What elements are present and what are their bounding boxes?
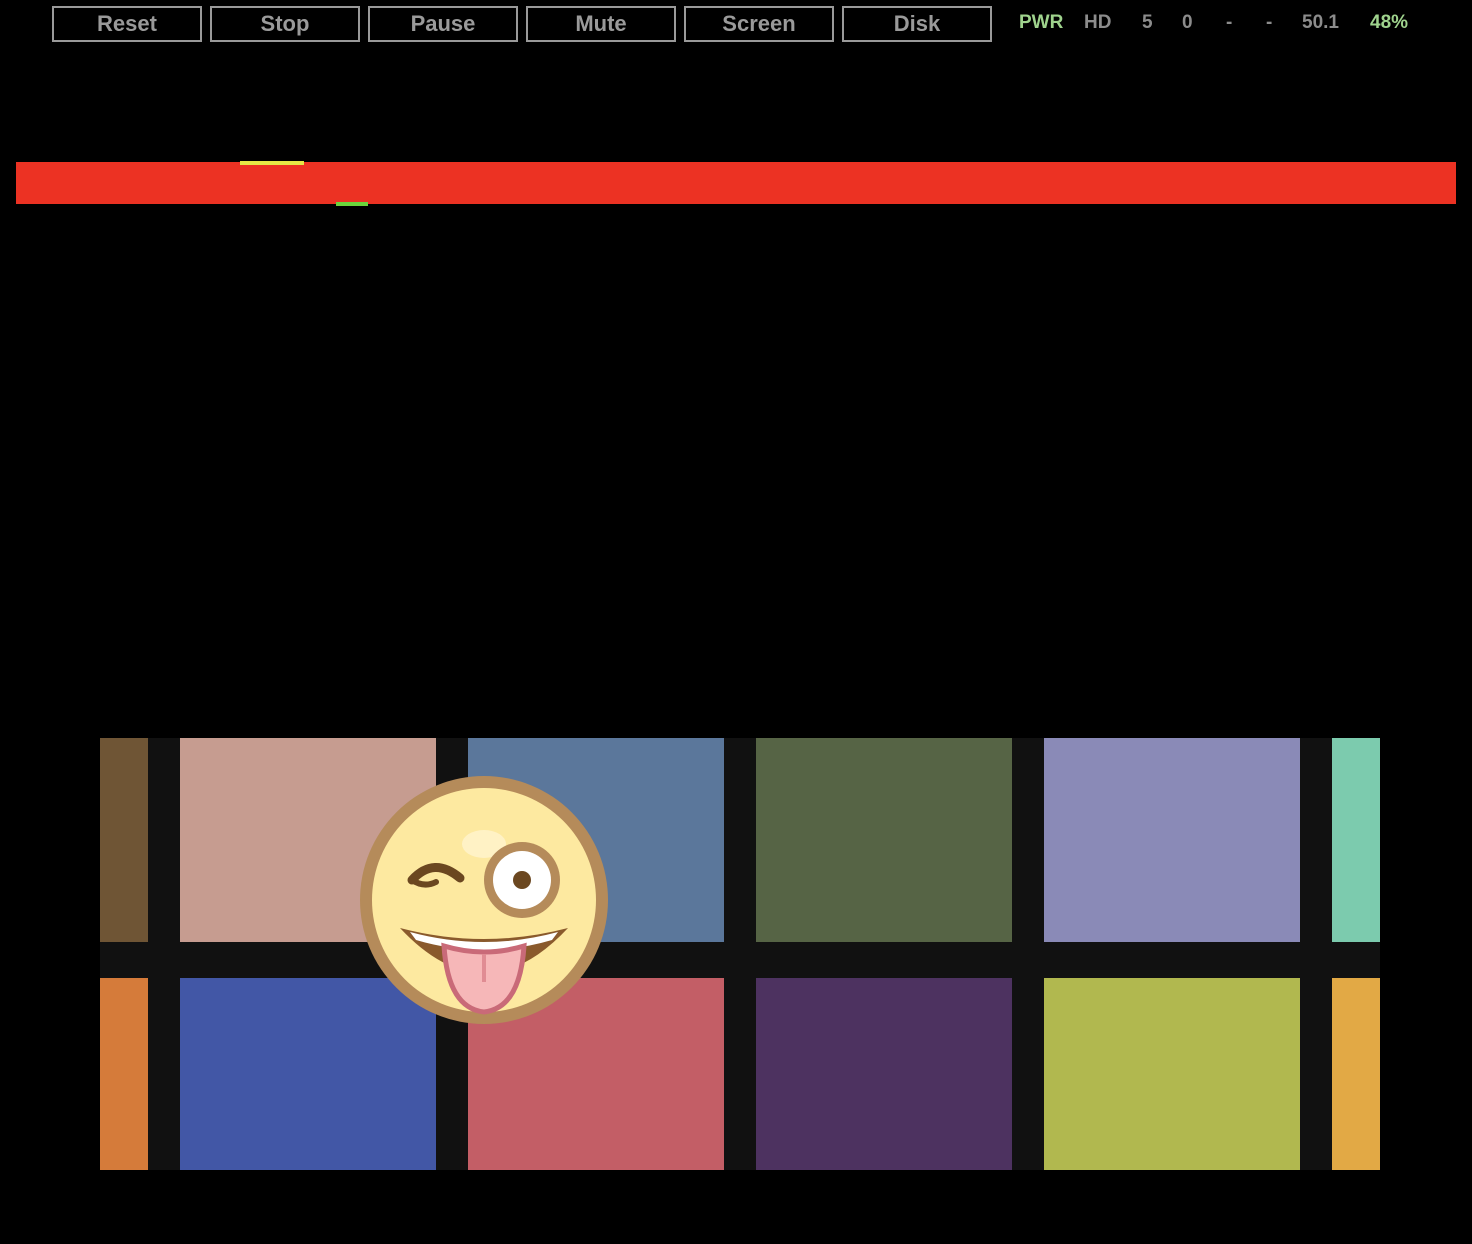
- disk-button[interactable]: Disk: [842, 6, 992, 42]
- palette-swatch-bottom-3: [756, 978, 1012, 1170]
- screen-button[interactable]: Screen: [684, 6, 834, 42]
- raster-bar: [16, 162, 1456, 204]
- pause-button[interactable]: Pause: [368, 6, 518, 42]
- raster-marker-green: [336, 202, 368, 206]
- power-indicator: PWR: [1019, 12, 1064, 33]
- palette-swatch-top-3: [756, 738, 1012, 942]
- emulator-screen[interactable]: [0, 60, 1472, 1244]
- palette-swatch-top-5: [1332, 738, 1380, 942]
- reset-button[interactable]: Reset: [52, 6, 202, 42]
- hd-indicator: HD: [1084, 12, 1112, 33]
- stop-button[interactable]: Stop: [210, 6, 360, 42]
- raster-marker-yellow: [240, 161, 304, 165]
- palette-swatch-bottom-5: [1332, 978, 1380, 1170]
- palette-swatch-bottom-0: [100, 978, 148, 1170]
- mute-button[interactable]: Mute: [526, 6, 676, 42]
- palette-swatch-bottom-4: [1044, 978, 1300, 1170]
- palette-swatch-top-4: [1044, 738, 1300, 942]
- winking-tongue-face-icon: [360, 776, 608, 1024]
- status-value-c: -: [1226, 12, 1233, 33]
- status-value-d: -: [1266, 12, 1273, 33]
- emulator-toolbar: Reset Stop Pause Mute Screen Disk: [52, 6, 1000, 42]
- status-value-a: 5: [1142, 12, 1153, 33]
- speed-readout: 50.1: [1302, 12, 1339, 33]
- status-value-b: 0: [1182, 12, 1193, 33]
- palette-swatch-top-0: [100, 738, 148, 942]
- color-palette: [100, 738, 1380, 1170]
- speed-percent: 48%: [1370, 12, 1409, 33]
